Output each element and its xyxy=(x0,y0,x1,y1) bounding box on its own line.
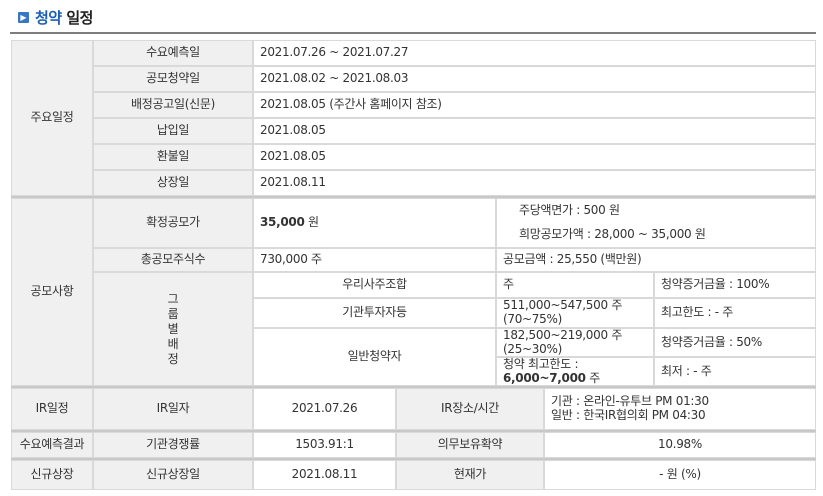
schedule-label-demand-forecast: 수요예측일 xyxy=(93,40,253,66)
schedule-label-listing: 상장일 xyxy=(93,170,253,196)
general-label: 일반청약자 xyxy=(253,328,496,386)
ir-place-value: 기관 : 온라인-유투브 PM 01:30 일반 : 한국IR협의회 PM 04… xyxy=(544,388,816,430)
total-shares-value: 730,000 주 xyxy=(253,248,496,272)
listing-date-value: 2021.08.11 xyxy=(253,460,396,490)
section-header: ▶ 청약 일정 xyxy=(18,6,93,28)
general-value: 182,500~219,000 주 (25~30%) xyxy=(496,328,654,357)
schedule-value-demand-forecast: 2021.07.26 ~ 2021.07.27 xyxy=(253,40,816,66)
schedule-label-allocation-notice: 배정공고일(신문) xyxy=(93,92,253,118)
lockup-label: 의무보유확약 xyxy=(396,432,544,458)
schedule-value-payment: 2021.08.05 xyxy=(253,118,816,144)
employees-value: 주 xyxy=(496,272,654,298)
schedule-label-refund: 환불일 xyxy=(93,144,253,170)
competition-label: 기관경쟁률 xyxy=(93,432,253,458)
schedule-label-payment: 납입일 xyxy=(93,118,253,144)
ir-section-label: IR일정 xyxy=(11,388,93,430)
schedule-value-listing: 2021.08.11 xyxy=(253,170,816,196)
institutions-value: 511,000~547,500 주 (70~75%) xyxy=(496,298,654,328)
schedule-value-subscription: 2021.08.02 ~ 2021.08.03 xyxy=(253,66,816,92)
current-price-value: - 원 (%) xyxy=(544,460,816,490)
demand-section-label: 수요예측결과 xyxy=(11,432,93,458)
section-title: 청약 일정 xyxy=(35,8,93,27)
schedule-label-subscription: 공모청약일 xyxy=(93,66,253,92)
desired-price: 희망공모가액 : 28,000 ~ 35,000 원 xyxy=(519,227,706,241)
schedule-value-refund: 2021.08.05 xyxy=(253,144,816,170)
price-details: 주당액면가 : 500 원 희망공모가액 : 28,000 ~ 35,000 원 xyxy=(496,198,816,248)
institutions-max: 최고한도 : - 주 xyxy=(654,298,816,328)
institutions-label: 기관투자자등 xyxy=(253,298,496,328)
par-value: 주당액면가 : 500 원 xyxy=(519,203,620,218)
listing-date-label: 신규상장일 xyxy=(93,460,253,490)
confirmed-price-label: 확정공모가 xyxy=(93,198,253,248)
lockup-value: 10.98% xyxy=(544,432,816,458)
general-margin: 청약증거금율 : 50% xyxy=(654,328,816,357)
competition-value: 1503.91:1 xyxy=(253,432,396,458)
total-shares-label: 총공모주식수 xyxy=(93,248,253,272)
header-divider xyxy=(10,32,816,34)
employees-label: 우리사주조합 xyxy=(253,272,496,298)
ir-date-value: 2021.07.26 xyxy=(253,388,396,430)
schedule-section-label: 주요일정 xyxy=(11,40,93,196)
confirmed-price-value: 35,000 원 xyxy=(253,198,496,248)
group-allocation-label: 그 룹 별 배 정 xyxy=(93,272,253,386)
ir-date-label: IR일자 xyxy=(93,388,253,430)
listing-section-label: 신규상장 xyxy=(11,460,93,490)
offering-section-label: 공모사항 xyxy=(11,198,93,386)
ir-place-label: IR장소/시간 xyxy=(396,388,544,430)
schedule-value-allocation-notice: 2021.08.05 (주간사 홈페이지 참조) xyxy=(253,92,816,118)
bullet-arrow-icon: ▶ xyxy=(18,11,29,23)
employees-margin: 청약증거금율 : 100% xyxy=(654,272,816,298)
general-max: 청약 최고한도 : 6,000~7,000 주 xyxy=(496,357,654,386)
general-min: 최저 : - 주 xyxy=(654,357,816,386)
current-price-label: 현재가 xyxy=(396,460,544,490)
offering-amount: 공모금액 : 25,550 (백만원) xyxy=(496,248,816,272)
